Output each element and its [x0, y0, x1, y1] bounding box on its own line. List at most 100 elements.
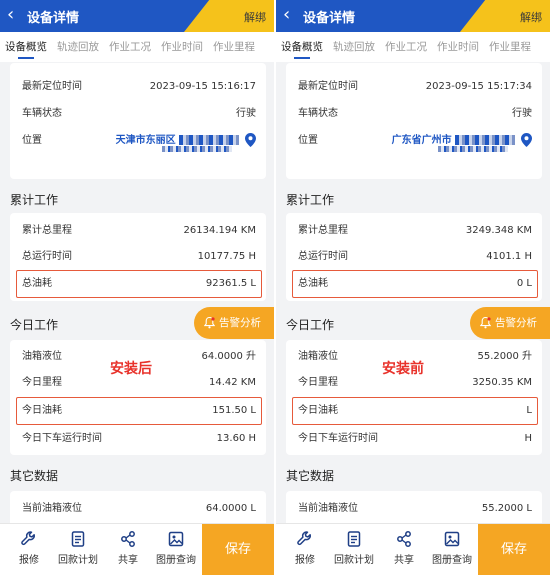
- current-tank-level-value: 64.0000 L: [205, 503, 256, 514]
- share-button[interactable]: 共享: [104, 530, 152, 566]
- today-mileage-label: 今日里程: [298, 377, 338, 388]
- today-offline-runtime-value: 13.60 H: [216, 433, 256, 444]
- unbind-button[interactable]: 解绑: [244, 9, 266, 25]
- wrench-icon: [21, 531, 35, 546]
- total-runtime-label: 总运行时间: [298, 251, 348, 262]
- left-phone-screen: ‹ 设备详情 解绑 设备概览 轨迹回放 作业工况 作业时间 作业里程 最新定位时…: [0, 0, 274, 575]
- today-offline-runtime-label: 今日下车运行时间: [22, 433, 102, 444]
- page-title: 设备详情: [27, 11, 80, 26]
- map-pin-icon[interactable]: [245, 133, 256, 147]
- today-title: 今日工作: [10, 318, 59, 332]
- save-button[interactable]: 保存: [478, 524, 550, 575]
- row-current-tank-level: 当前油箱液位 55.2000 L: [298, 496, 532, 522]
- tab-work-condition[interactable]: 作业工况: [380, 32, 432, 62]
- page-title: 设备详情: [303, 11, 356, 26]
- album-query-button[interactable]: 图册查询: [152, 530, 200, 566]
- share-button[interactable]: 共享: [380, 530, 428, 566]
- row-today-fuel: 今日油耗 151.50 L: [22, 398, 256, 424]
- row-total-runtime: 总运行时间 10177.75 H: [22, 244, 256, 270]
- content-area[interactable]: 最新定位时间 2023-09-15 15:17:34 车辆状态 行驶 位置 广东…: [276, 63, 550, 523]
- current-tank-level-label: 当前油箱液位: [298, 503, 358, 514]
- bottom-action-bar: 报修 回款计划 共享 图册查询 保存: [276, 523, 550, 575]
- today-offline-runtime-label: 今日下车运行时间: [298, 433, 378, 444]
- redacted-address-line2: [162, 146, 232, 152]
- total-fuel-value: 0 L: [516, 278, 532, 289]
- save-button[interactable]: 保存: [202, 524, 274, 575]
- cumulative-title: 累计工作: [286, 193, 335, 207]
- cumulative-card: 累计总里程 26134.194 KM 总运行时间 10177.75 H 总油耗 …: [10, 213, 266, 301]
- alarm-analysis-label: 告警分析: [495, 317, 537, 329]
- bell-icon: [480, 317, 491, 329]
- tab-work-mileage[interactable]: 作业里程: [208, 32, 260, 62]
- album-icon: [168, 531, 184, 547]
- today-card: 油箱液位 64.0000 升 今日里程 14.42 KM 今日油耗 151.50…: [10, 340, 266, 455]
- today-mileage-value: 3250.35 KM: [472, 377, 532, 388]
- alarm-analysis-button[interactable]: 告警分析: [470, 307, 550, 339]
- payment-plan-button[interactable]: 回款计划: [330, 530, 378, 566]
- today-offline-runtime-value: H: [524, 433, 532, 444]
- today-mileage-value: 14.42 KM: [209, 377, 256, 388]
- install-status-tag: 安装后: [110, 361, 152, 377]
- row-total-fuel: 总油耗 0 L: [298, 271, 532, 297]
- location-time-label: 最新定位时间: [298, 81, 358, 92]
- vehicle-status-value: 行驶: [236, 108, 256, 119]
- row-vehicle-status: 车辆状态 行驶: [22, 101, 256, 127]
- unbind-button[interactable]: 解绑: [520, 9, 542, 25]
- share-icon: [121, 531, 135, 547]
- row-location-time: 最新定位时间 2023-09-15 15:16:17: [22, 74, 256, 100]
- tab-work-condition[interactable]: 作业工况: [104, 32, 156, 62]
- alarm-analysis-button[interactable]: 告警分析: [194, 307, 274, 339]
- today-fuel-label: 今日油耗: [22, 405, 62, 416]
- album-query-label: 图册查询: [156, 555, 196, 566]
- cumulative-card: 累计总里程 3249.348 KM 总运行时间 4101.1 H 总油耗 0 L: [286, 213, 542, 301]
- tab-work-time[interactable]: 作业时间: [432, 32, 484, 62]
- total-runtime-label: 总运行时间: [22, 251, 72, 262]
- row-today-offline-runtime: 今日下车运行时间 13.60 H: [22, 426, 256, 452]
- tab-work-time[interactable]: 作业时间: [156, 32, 208, 62]
- location-time-value: 2023-09-15 15:16:17: [149, 81, 256, 92]
- right-phone-screen: ‹ 设备详情 解绑 设备概览 轨迹回放 作业工况 作业时间 作业里程 最新定位时…: [276, 0, 550, 575]
- content-area[interactable]: 最新定位时间 2023-09-15 15:16:17 车辆状态 行驶 位置 天津…: [0, 63, 274, 523]
- today-mileage-label: 今日里程: [22, 377, 62, 388]
- total-fuel-label: 总油耗: [22, 278, 52, 289]
- share-label: 共享: [118, 555, 138, 566]
- map-pin-icon[interactable]: [521, 133, 532, 147]
- other-data-card: 当前油箱液位 55.2000 L: [286, 491, 542, 523]
- tab-track-playback[interactable]: 轨迹回放: [328, 32, 380, 62]
- install-status-tag: 安装前: [382, 361, 424, 377]
- today-fuel-value: 151.50 L: [212, 405, 256, 416]
- vehicle-status-label: 车辆状态: [22, 108, 62, 119]
- tab-track-playback[interactable]: 轨迹回放: [52, 32, 104, 62]
- tank-level-label: 油箱液位: [298, 351, 338, 362]
- total-fuel-label: 总油耗: [298, 278, 328, 289]
- tab-overview[interactable]: 设备概览: [276, 32, 328, 62]
- row-location: 位置 天津市东丽区: [22, 128, 256, 168]
- repair-button[interactable]: 报修: [281, 530, 329, 566]
- today-fuel-value: L: [526, 405, 532, 416]
- location-time-value: 2023-09-15 15:17:34: [425, 81, 532, 92]
- back-arrow-icon[interactable]: ‹: [283, 4, 290, 26]
- app-header: ‹ 设备详情 解绑: [276, 0, 550, 32]
- location-label: 位置: [22, 135, 42, 146]
- current-tank-level-value: 55.2000 L: [481, 503, 532, 514]
- tab-work-mileage[interactable]: 作业里程: [484, 32, 536, 62]
- payment-plan-label: 回款计划: [334, 555, 374, 566]
- share-icon: [397, 531, 411, 547]
- repair-button[interactable]: 报修: [5, 530, 53, 566]
- tab-overview[interactable]: 设备概览: [0, 32, 52, 62]
- row-total-runtime: 总运行时间 4101.1 H: [298, 244, 532, 270]
- album-query-button[interactable]: 图册查询: [428, 530, 476, 566]
- back-arrow-icon[interactable]: ‹: [7, 4, 14, 26]
- row-total-fuel: 总油耗 92361.5 L: [22, 271, 256, 297]
- row-location-time: 最新定位时间 2023-09-15 15:17:34: [298, 74, 532, 100]
- tab-bar: 设备概览 轨迹回放 作业工况 作业时间 作业里程: [276, 32, 550, 62]
- payment-plan-button[interactable]: 回款计划: [54, 530, 102, 566]
- current-tank-level-label: 当前油箱液位: [22, 503, 82, 514]
- app-header: ‹ 设备详情 解绑: [0, 0, 274, 32]
- repair-label: 报修: [295, 555, 315, 566]
- payment-plan-label: 回款计划: [58, 555, 98, 566]
- today-title: 今日工作: [286, 318, 335, 332]
- row-today-offline-runtime: 今日下车运行时间 H: [298, 426, 532, 452]
- tank-level-label: 油箱液位: [22, 351, 62, 362]
- vehicle-status-label: 车辆状态: [298, 108, 338, 119]
